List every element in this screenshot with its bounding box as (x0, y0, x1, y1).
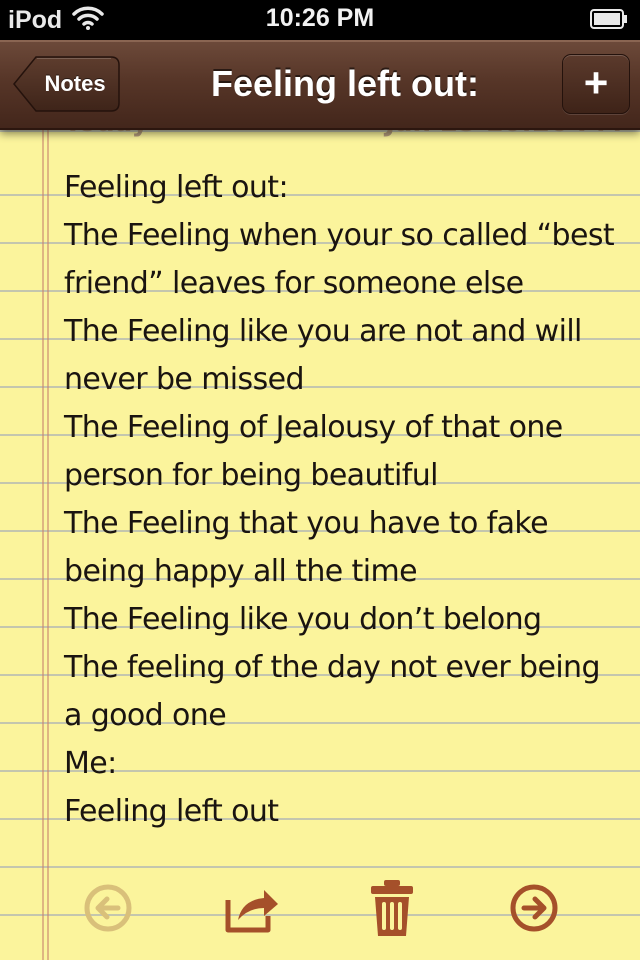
margin-line (47, 128, 49, 960)
note-title: Feeling left out: (211, 63, 479, 104)
note-text-line: The feeling of the day not ever being (64, 650, 601, 685)
note-text-line: friend” leaves for someone else (64, 266, 524, 301)
note-text-line: Feeling left out (64, 794, 279, 829)
note-text-body[interactable]: Feeling left out: The Feeling when your … (64, 164, 634, 836)
back-button-label: Notes (44, 71, 106, 96)
note-date-header: Today Jan 25 10:26 PM (64, 128, 622, 148)
note-text-line: a good one (64, 698, 227, 733)
note-text-line: The Feeling of Jealousy of that one (64, 410, 563, 445)
add-note-button[interactable]: + (562, 54, 630, 114)
note-text-line: never be missed (64, 362, 305, 397)
note-text-line: Feeling left out: (64, 170, 289, 205)
note-text-line: The Feeling like you are not and will (64, 314, 582, 349)
battery-icon (590, 9, 628, 29)
note-text-line: The Feeling when your so called “best (64, 218, 615, 253)
notes-back-button[interactable]: Notes (12, 56, 120, 112)
status-time: 10:26 PM (265, 4, 375, 32)
share-icon[interactable] (220, 878, 280, 938)
note-text-line: Me: (64, 746, 117, 781)
note-text-line: person for being beautiful (64, 458, 438, 493)
note-text-line: The Feeling like you don’t belong (64, 602, 542, 637)
note-text-line: The Feeling that you have to fake (64, 506, 549, 541)
note-toolbar (0, 866, 640, 948)
status-bar: iPod 10:26 PM (0, 0, 640, 40)
next-note-icon[interactable] (504, 878, 564, 938)
note-paper[interactable]: Today Jan 25 10:26 PM Feeling left out: … (0, 128, 640, 960)
margin-line (42, 128, 44, 960)
previous-note-icon[interactable] (78, 878, 138, 938)
note-text-line: being happy all the time (64, 554, 418, 589)
plus-icon: + (583, 59, 609, 106)
notes-app-screen: iPod 10:26 PM Notes Feeling left out: + … (0, 0, 640, 960)
navigation-bar: Notes Feeling left out: + (0, 40, 640, 130)
trash-icon[interactable] (362, 878, 422, 938)
